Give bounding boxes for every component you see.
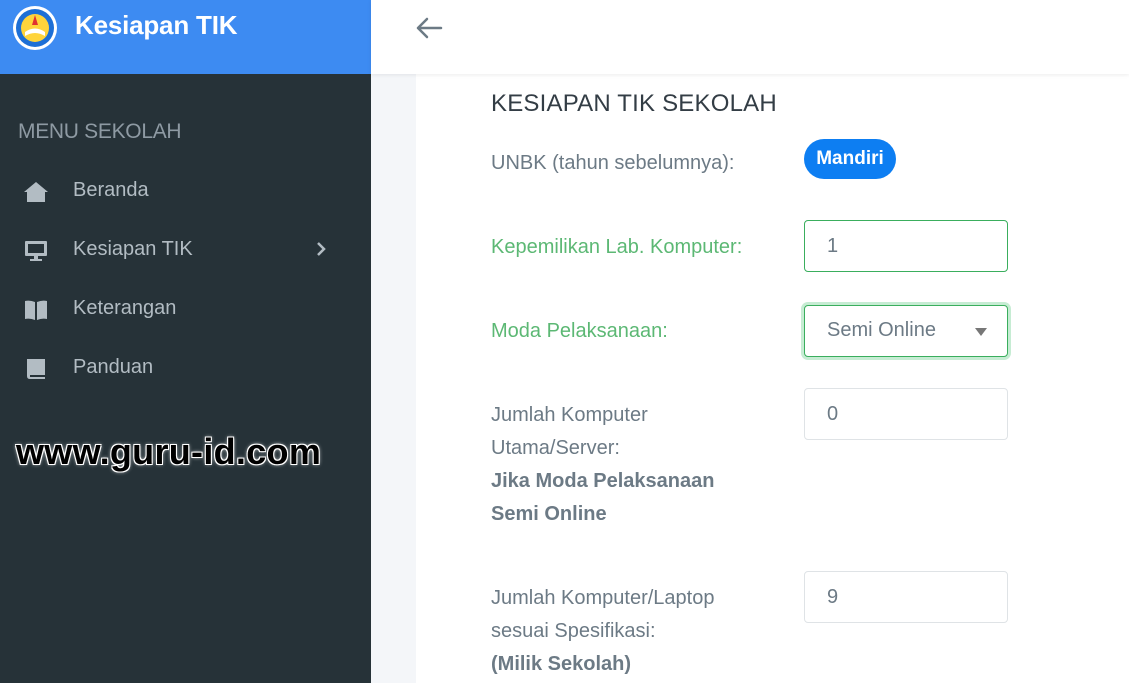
server-label: Jumlah Komputer Utama/Server: Jika Moda … (491, 399, 714, 531)
sidebar-item-label: Keterangan (73, 297, 177, 319)
moda-label: Moda Pelaksanaan: (491, 320, 668, 342)
sidebar-item-panduan[interactable]: Panduan (0, 339, 371, 398)
sidebar-item-label: Kesiapan TIK (73, 238, 193, 260)
laptop-label: Jumlah Komputer/Laptop sesuai Spesifikas… (491, 582, 714, 681)
laptop-label-line2: sesuai Spesifikasi: (491, 620, 656, 642)
brand-title: Kesiapan TIK (75, 10, 238, 40)
laptop-note: (Milik Sekolah) (491, 653, 632, 675)
moda-select[interactable]: Semi Online (804, 305, 1008, 357)
sidebar-item-label: Panduan (73, 356, 154, 378)
brand-header[interactable]: Kesiapan TIK (0, 0, 371, 74)
unbk-status-badge: Mandiri (804, 139, 896, 179)
chevron-right-icon[interactable] (312, 239, 330, 259)
laptop-label-line1: Jumlah Komputer/Laptop (491, 587, 715, 609)
book-open-icon (25, 300, 47, 320)
home-icon (24, 182, 48, 202)
sidebar-menu: Beranda Kesiapan TIK Keterangan Panduan (0, 162, 371, 398)
unbk-label: UNBK (tahun sebelumnya): (491, 152, 735, 174)
book-icon (27, 359, 45, 379)
top-bar (371, 0, 1129, 74)
server-note-line2: Semi Online (491, 503, 607, 525)
server-count-input[interactable]: 0 (804, 388, 1008, 440)
lab-label: Kepemilikan Lab. Komputer: (491, 236, 743, 258)
sidebar-item-kesiapan-tik[interactable]: Kesiapan TIK (0, 221, 371, 280)
arrow-left-icon[interactable] (413, 12, 445, 44)
server-label-line1: Jumlah Komputer (491, 404, 648, 426)
lab-input[interactable]: 1 (804, 220, 1008, 272)
sidebar-item-beranda[interactable]: Beranda (0, 162, 371, 221)
sidebar: Kesiapan TIK MENU SEKOLAH Beranda Kesiap… (0, 0, 371, 683)
server-note-line1: Jika Moda Pelaksanaan (491, 470, 715, 492)
main-content: KESIAPAN TIK SEKOLAH UNBK (tahun sebelum… (371, 74, 1129, 683)
page-title: KESIAPAN TIK SEKOLAH (491, 90, 777, 117)
sidebar-item-keterangan[interactable]: Keterangan (0, 280, 371, 339)
menu-header: MENU SEKOLAH (18, 120, 182, 143)
server-label-line2: Utama/Server: (491, 437, 620, 459)
laptop-count-input[interactable]: 9 (804, 571, 1008, 623)
monitor-icon (25, 241, 47, 261)
form-card: KESIAPAN TIK SEKOLAH UNBK (tahun sebelum… (416, 74, 1129, 683)
moda-select-value: Semi Online (827, 319, 936, 341)
tut-wuri-handayani-logo (13, 6, 57, 50)
sidebar-item-label: Beranda (73, 179, 149, 201)
caret-down-icon (975, 328, 987, 336)
watermark-text: www.guru-id.com (16, 431, 322, 472)
